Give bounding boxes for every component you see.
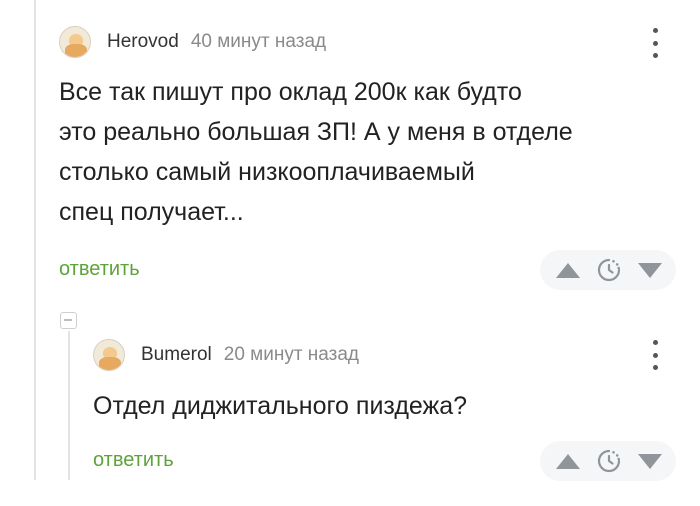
- dot: [652, 340, 658, 345]
- comment-time[interactable]: 40 минут назад: [191, 31, 326, 53]
- username[interactable]: Herovod: [107, 31, 179, 53]
- clock-rating-pending-icon[interactable]: [596, 257, 622, 283]
- comment-text-line: Отдел диджитального пиздежа?: [93, 392, 468, 420]
- user-avatar-icon[interactable]: [93, 339, 125, 371]
- rating-widget: [540, 250, 676, 290]
- more-vertical-icon[interactable]: [648, 28, 662, 58]
- upvote-arrow-icon[interactable]: [556, 262, 580, 278]
- comment: Herovod 40 минут назад Все так пишут про…: [0, 0, 700, 300]
- upvote-arrow-icon[interactable]: [556, 453, 580, 469]
- user-avatar-icon[interactable]: [59, 26, 91, 58]
- downvote-arrow-icon[interactable]: [638, 262, 662, 278]
- clock-rating-pending-icon[interactable]: [596, 448, 622, 474]
- comment-text-line: спец получает...: [59, 198, 244, 226]
- comment-text: Все так пишут про оклад 200к как будто э…: [59, 72, 639, 232]
- comment-text-line: Все так пишут про оклад 200к как будто: [59, 78, 522, 106]
- reply-button[interactable]: ответить: [59, 258, 140, 281]
- comment-text-line: это реально большая ЗП! А у меня в отдел…: [59, 118, 573, 146]
- comment-time[interactable]: 20 минут назад: [224, 344, 359, 366]
- more-vertical-icon[interactable]: [648, 340, 662, 370]
- comment-text-line: столько самый низкооплачиваемый: [59, 158, 475, 186]
- dot: [652, 352, 658, 358]
- avatar-body: [99, 357, 121, 370]
- downvote-arrow-icon[interactable]: [638, 453, 662, 469]
- comment-text: Отдел диджитального пиздежа?: [93, 386, 653, 426]
- comment-header: Bumerol 20 минут назад: [93, 338, 359, 372]
- dot: [652, 53, 658, 58]
- username[interactable]: Bumerol: [141, 344, 212, 366]
- dot: [652, 28, 658, 33]
- reply-comment: Bumerol 20 минут назад Отдел диджитально…: [0, 300, 700, 490]
- dot: [652, 40, 658, 46]
- rating-widget: [540, 441, 676, 481]
- avatar-body: [65, 44, 87, 57]
- dot: [652, 365, 658, 370]
- reply-button[interactable]: ответить: [93, 449, 174, 472]
- comment-header: Herovod 40 минут назад: [59, 25, 326, 59]
